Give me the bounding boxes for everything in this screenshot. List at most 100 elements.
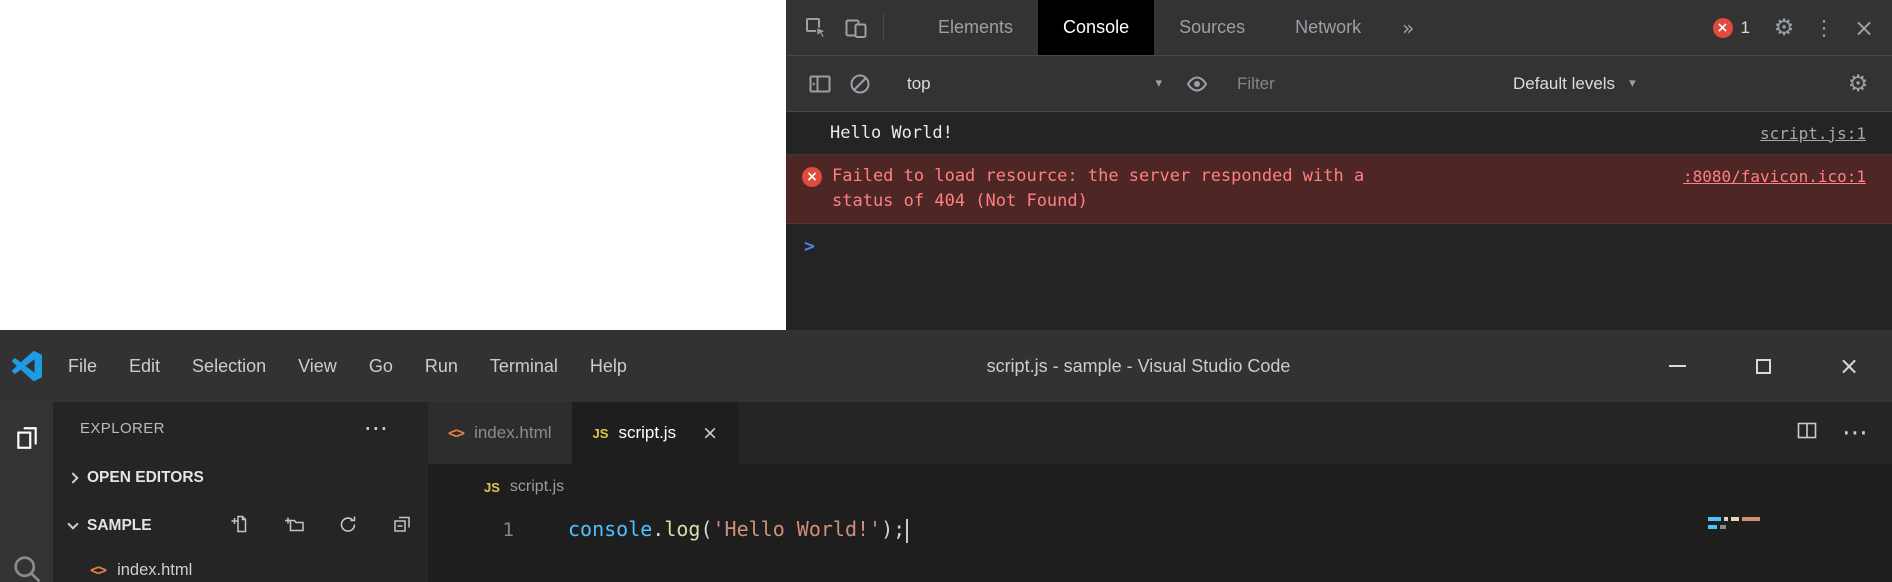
inspect-element-glyph — [804, 16, 828, 40]
settings-gear-icon[interactable]: ⚙ — [1764, 15, 1804, 41]
menu-bar: File Edit Selection View Go Run Terminal… — [52, 356, 643, 377]
devtools-tabs: Elements Console Sources Network » — [913, 0, 1430, 55]
toolbar-divider — [883, 14, 884, 41]
editor-tab-bar: <> index.html JS script.js × ⋯ — [428, 402, 1892, 464]
console-error-row: × Failed to load resource: the server re… — [786, 155, 1892, 224]
menu-help[interactable]: Help — [574, 356, 643, 377]
context-selector-value: top — [907, 74, 931, 94]
line-number: 1 — [428, 519, 514, 541]
chevron-right-icon — [67, 472, 78, 483]
split-editor-icon[interactable] — [1796, 420, 1818, 447]
inspect-element-icon[interactable] — [796, 0, 836, 55]
menu-selection[interactable]: Selection — [176, 356, 282, 377]
minimize-icon — [1669, 365, 1686, 367]
open-editors-section[interactable]: OPEN EDITORS — [53, 454, 428, 502]
log-levels-dropdown[interactable]: Default levels ▾ — [1513, 74, 1636, 94]
context-selector-dropdown[interactable]: top ▾ — [907, 74, 1162, 94]
tab-network[interactable]: Network — [1270, 0, 1386, 55]
tab-elements[interactable]: Elements — [913, 0, 1038, 55]
clear-console-icon[interactable] — [840, 72, 880, 96]
new-folder-icon[interactable] — [284, 514, 304, 539]
maximize-button[interactable] — [1720, 330, 1806, 402]
console-prompt-row[interactable]: > — [786, 224, 1892, 257]
device-toolbar-icon[interactable] — [836, 0, 876, 55]
error-source-link[interactable]: :8080/favicon.ico:1 — [1663, 164, 1866, 189]
live-expression-eye-icon[interactable] — [1177, 72, 1217, 96]
menu-file[interactable]: File — [52, 356, 113, 377]
menu-terminal[interactable]: Terminal — [474, 356, 574, 377]
console-settings-gear-icon[interactable]: ⚙ — [1838, 71, 1878, 97]
vscode-titlebar: File Edit Selection View Go Run Terminal… — [0, 330, 1892, 402]
maximize-icon — [1756, 359, 1771, 374]
new-file-icon[interactable] — [230, 514, 250, 539]
collapse-folders-icon[interactable] — [392, 514, 412, 539]
collapse-all-glyph — [392, 514, 412, 534]
minimap-line-1 — [1708, 517, 1760, 521]
token-console: console — [568, 517, 652, 541]
tab-sources[interactable]: Sources — [1154, 0, 1270, 55]
minimap-mark — [1742, 517, 1760, 521]
explorer-actions — [230, 514, 412, 539]
explorer-more-actions-icon[interactable]: ⋯ — [364, 414, 388, 442]
explorer-activity-icon[interactable] — [0, 402, 53, 474]
explorer-sidebar: EXPLORER ⋯ OPEN EDITORS SAMPLE — [53, 402, 428, 582]
error-badge-icon: × — [1713, 18, 1733, 38]
minimap-mark — [1724, 517, 1728, 521]
console-log-row: Hello World! script.js:1 — [786, 112, 1892, 155]
minimap-mark — [1731, 517, 1739, 521]
search-activity-icon[interactable] — [0, 552, 53, 582]
editor-actions: ⋯ — [1796, 402, 1892, 464]
devtools-toolbar-right: × 1 ⚙ ⋮ × — [1713, 0, 1892, 55]
menu-run[interactable]: Run — [409, 356, 474, 377]
vscode-window: File Edit Selection View Go Run Terminal… — [0, 330, 1892, 582]
devtools-panel: Elements Console Sources Network » × 1 ⚙… — [786, 0, 1892, 330]
log-message-text: Hello World! — [830, 123, 953, 143]
browser-page-blank — [0, 0, 786, 330]
error-count-badge[interactable]: × 1 — [1713, 18, 1750, 38]
menu-view[interactable]: View — [282, 356, 353, 377]
kebab-menu-icon[interactable]: ⋮ — [1804, 16, 1844, 40]
vscode-body: EXPLORER ⋯ OPEN EDITORS SAMPLE — [0, 402, 1892, 582]
close-window-button[interactable]: × — [1806, 330, 1892, 402]
minimize-button[interactable] — [1634, 330, 1720, 402]
prompt-chevron-icon: > — [804, 236, 815, 257]
minimap[interactable] — [1702, 510, 1892, 582]
editor-tab-index-html[interactable]: <> index.html — [428, 402, 573, 464]
html-file-icon: <> — [90, 561, 106, 579]
folder-section-sample[interactable]: SAMPLE — [53, 502, 428, 550]
close-tab-icon[interactable]: × — [702, 422, 718, 444]
error-count-label: 1 — [1741, 18, 1750, 38]
token-open-paren: ( — [700, 517, 712, 541]
refresh-explorer-icon[interactable] — [338, 514, 358, 539]
minimap-mark — [1708, 525, 1717, 529]
files-glyph — [14, 425, 40, 451]
chevron-down-icon: ▾ — [1155, 76, 1162, 91]
file-item-index-html[interactable]: <> index.html — [53, 550, 428, 582]
breadcrumb[interactable]: JS script.js — [428, 464, 1892, 510]
file-item-label: index.html — [117, 561, 192, 580]
code-line-1[interactable]: 1 console.log('Hello World!'); — [428, 510, 1892, 550]
error-icon: × — [802, 167, 822, 187]
log-source-link[interactable]: script.js:1 — [1760, 124, 1866, 143]
screen-root: Elements Console Sources Network » × 1 ⚙… — [0, 0, 1892, 582]
js-file-icon: JS — [593, 426, 609, 441]
split-editor-glyph — [1796, 420, 1818, 442]
filter-input[interactable] — [1237, 74, 1482, 94]
more-tabs-icon[interactable]: » — [1386, 0, 1430, 55]
clear-console-glyph — [848, 72, 872, 96]
new-file-glyph — [230, 514, 250, 534]
menu-edit[interactable]: Edit — [113, 356, 176, 377]
editor-more-actions-icon[interactable]: ⋯ — [1842, 418, 1868, 448]
console-sidebar-glyph — [808, 72, 832, 96]
devtools-main-toolbar: Elements Console Sources Network » × 1 ⚙… — [786, 0, 1892, 56]
code-editor[interactable]: 1 console.log('Hello World!'); — [428, 510, 1892, 582]
device-toolbar-glyph — [844, 16, 868, 40]
tab-console[interactable]: Console — [1038, 0, 1154, 55]
vscode-logo-icon — [12, 351, 42, 381]
menu-go[interactable]: Go — [353, 356, 409, 377]
close-devtools-icon[interactable]: × — [1844, 14, 1884, 42]
tab-label: index.html — [474, 423, 551, 443]
editor-tab-script-js[interactable]: JS script.js × — [573, 402, 738, 464]
log-levels-value: Default levels — [1513, 74, 1615, 94]
console-sidebar-icon[interactable] — [800, 72, 840, 96]
